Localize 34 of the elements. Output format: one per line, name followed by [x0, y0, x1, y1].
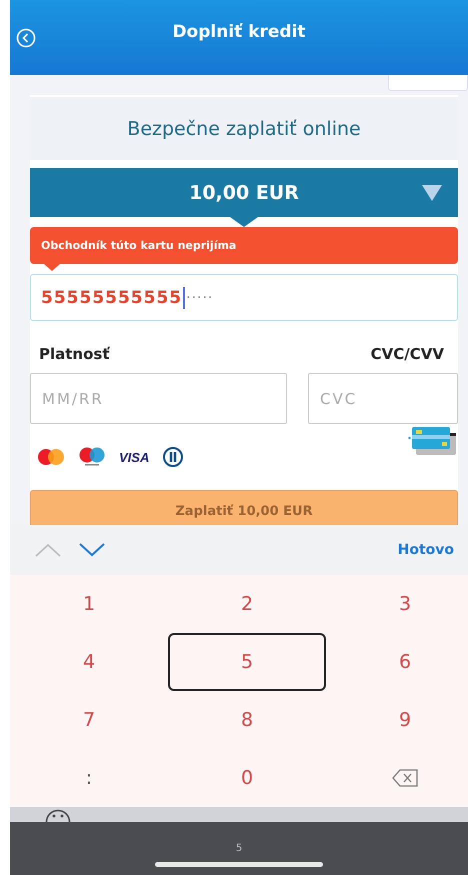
digit-key[interactable]: 2 — [168, 575, 326, 633]
cvc-field[interactable]: CVC — [308, 373, 458, 424]
dropdown-triangle-icon — [422, 185, 442, 201]
pay-button[interactable]: Zaplatiť 10,00 EUR — [30, 490, 458, 525]
screen-title: Doplniť kredit — [171, 22, 307, 42]
visa-logo: VISA — [119, 450, 150, 464]
diners-logo-icon — [162, 446, 184, 468]
symbol-key[interactable]: : — [10, 749, 168, 807]
error-tooltip: Obchodník túto kartu neprijíma — [30, 227, 458, 264]
digit-key[interactable]: 1 — [10, 575, 168, 633]
digit-key[interactable]: 6 — [326, 633, 468, 691]
chevron-down-icon[interactable] — [79, 543, 105, 557]
expiry-field[interactable]: MM/RR — [30, 373, 287, 424]
expiry-label: Platnosť — [39, 345, 110, 363]
digit-key[interactable]: 5 — [168, 633, 326, 691]
card-number-field[interactable]: 55555555555 ····· — [30, 274, 458, 321]
digit-key[interactable]: 0 — [168, 749, 326, 807]
card-back-icon — [408, 427, 458, 457]
digit-key[interactable]: 8 — [168, 691, 326, 749]
bottom-bar-text: 5 — [236, 843, 242, 854]
tooltip-pointer — [44, 264, 60, 271]
payment-heading: Bezpečne zaplatiť online — [127, 118, 361, 140]
digit-key[interactable]: 9 — [326, 691, 468, 749]
back-icon[interactable] — [16, 28, 36, 48]
digit-key[interactable]: 4 — [10, 633, 168, 691]
amount-selector[interactable]: 10,00 EUR — [30, 168, 458, 217]
emoji-icon[interactable] — [45, 808, 71, 822]
cvc-label: CVC/CVV — [370, 345, 444, 363]
digit-key[interactable]: 7 — [10, 691, 168, 749]
digit-key[interactable]: 3 — [326, 575, 468, 633]
done-button[interactable]: Hotovo — [396, 540, 456, 560]
mastercard-logo-icon — [37, 448, 65, 466]
backspace-icon — [392, 769, 418, 787]
maestro-logo-icon — [78, 447, 106, 467]
